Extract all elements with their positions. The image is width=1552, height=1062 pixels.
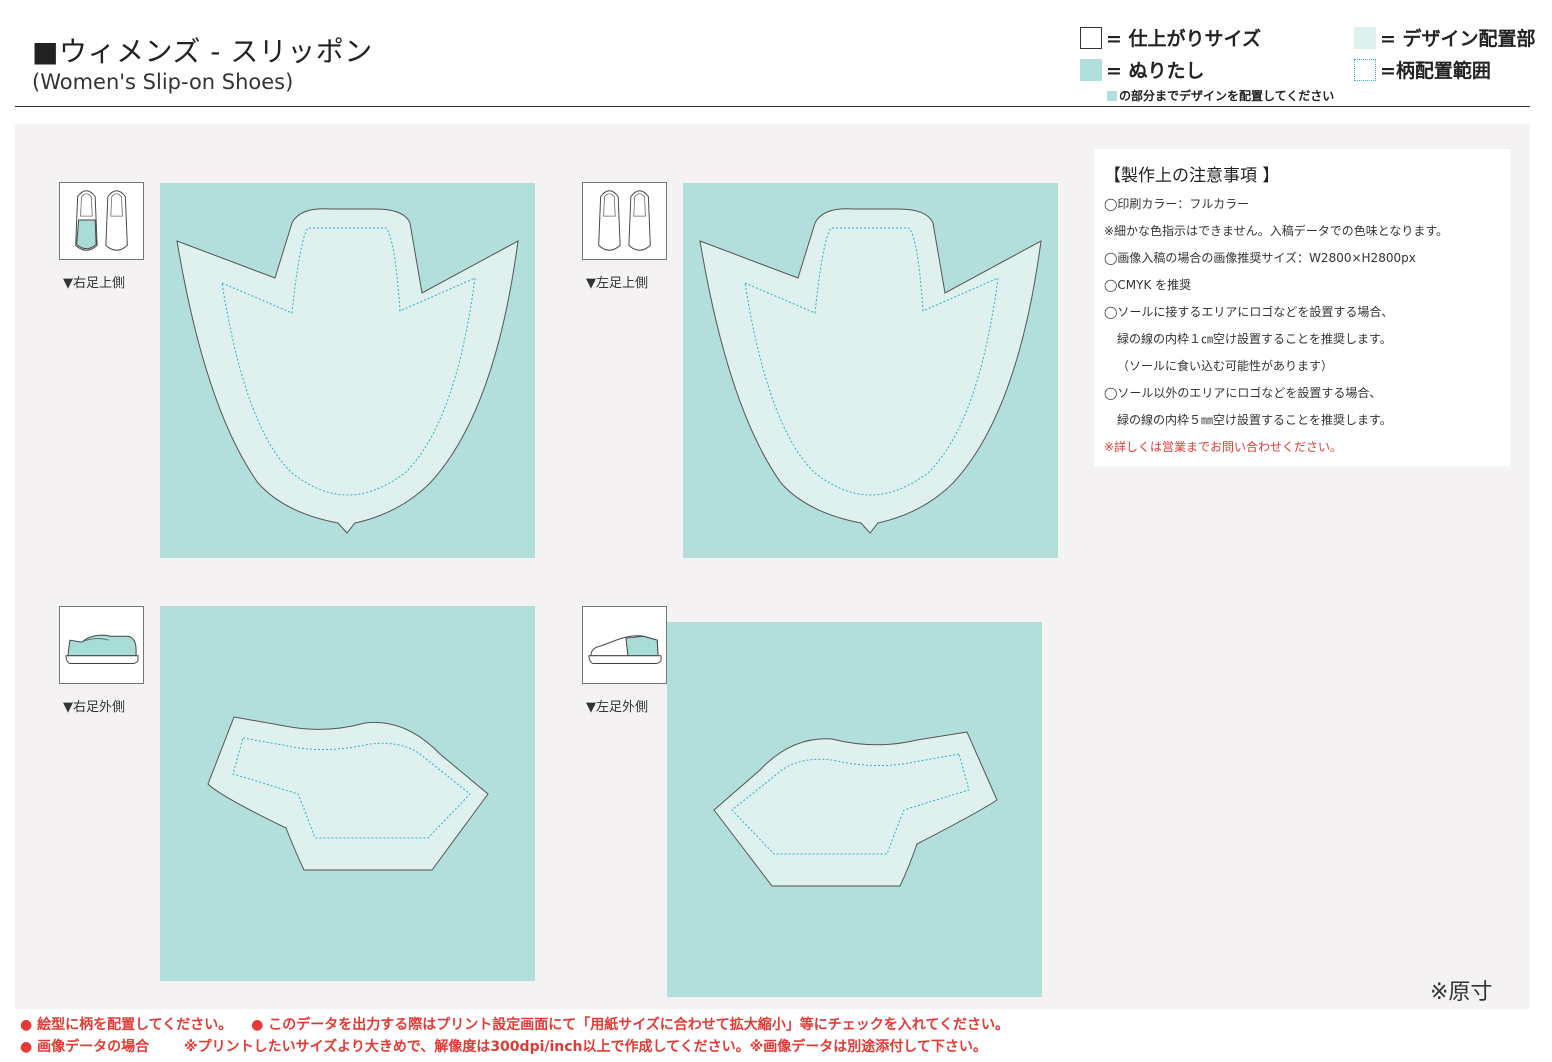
finish-size-swatch: [1080, 26, 1102, 49]
footer-instructions-line-2: ● 画像データの場合 ※プリントしたいサイズより大きめで、解像度は300dpi/…: [20, 1036, 987, 1056]
legend-bleed-note: の部分までデザインを配置してください: [1107, 87, 1334, 104]
shoe-top-view-thumbnail: [59, 182, 144, 260]
legend-design-area: = デザイン配置部: [1354, 24, 1536, 51]
footer-note: ※プリントしたいサイズより大きめで、解像度は300dpi/inch以上で作成して…: [183, 1039, 987, 1055]
left-upper-bleed-panel[interactable]: [683, 183, 1058, 558]
pattern-area-swatch: [1354, 58, 1376, 81]
right-upper-finish-shape: [176, 208, 519, 534]
page-subtitle: (Women's Slip-on Shoes): [32, 70, 294, 94]
notes-line: （ソールに食い込む可能性があります）: [1117, 359, 1334, 373]
right-outer-finish-shape: [207, 716, 489, 871]
legend-bleed: = ぬりたし: [1080, 56, 1205, 83]
notes-line: 緑の線の内枠５㎜空け設置することを推奨します。: [1117, 413, 1392, 427]
legend-pattern-area: =柄配置範囲: [1354, 56, 1491, 83]
panel-caption-left-outer: ▼左足外側: [586, 700, 648, 715]
production-notes: 【製作上の注意事項 】 ◯印刷カラー：フルカラー ※細かな色指示はできません。入…: [1094, 149, 1510, 466]
scale-note: ※原寸: [1430, 980, 1493, 1005]
legend-design-area-label: = デザイン配置部: [1380, 28, 1536, 50]
shoe-side-view-thumbnail: [582, 606, 667, 684]
panel-caption-left-upper: ▼左足上側: [586, 276, 648, 291]
page-title: ■ウィメンズ - スリッポン: [32, 35, 373, 68]
notes-contact-line: ※詳しくは営業までお問い合わせください。: [1104, 440, 1343, 454]
legend-bleed-label: = ぬりたし: [1106, 60, 1205, 82]
header-divider: [15, 106, 1530, 107]
footer-note: ● 画像データの場合: [20, 1039, 150, 1055]
bleed-swatch: [1080, 58, 1102, 81]
notes-line: ◯CMYK を推奨: [1104, 278, 1192, 292]
notes-title: 【製作上の注意事項 】: [1104, 166, 1280, 186]
shoe-top-view-thumbnail: [582, 182, 667, 260]
notes-line: 緑の線の内枠１㎝空け設置することを推奨します。: [1117, 332, 1392, 346]
legend-finish-size-label: = 仕上がりサイズ: [1106, 28, 1261, 50]
bleed-mini-swatch: [1107, 91, 1117, 101]
notes-line: ※細かな色指示はできません。入稿データでの色味となります。: [1104, 224, 1449, 238]
design-area-swatch: [1354, 26, 1376, 49]
footer-note: ● 絵型に柄を配置してください。: [20, 1017, 233, 1033]
legend-finish-size: = 仕上がりサイズ: [1080, 24, 1261, 51]
shoe-side-view-thumbnail: [59, 606, 144, 684]
notes-line: ◯ソール以外のエリアにロゴなどを設置する場合、: [1104, 386, 1382, 400]
footer-note: ● このデータを出力する際はプリント設定画面にて「用紙サイズに合わせて拡大縮小」…: [251, 1017, 1009, 1033]
panel-caption-right-upper: ▼右足上側: [63, 276, 125, 291]
left-outer-bleed-panel[interactable]: [667, 622, 1042, 997]
notes-line: ◯ソールに接するエリアにロゴなどを設置する場合、: [1104, 305, 1394, 319]
notes-line: ◯印刷カラー：フルカラー: [1104, 197, 1250, 211]
legend-pattern-area-label: =柄配置範囲: [1380, 60, 1491, 82]
right-outer-bleed-panel[interactable]: [160, 606, 535, 981]
panel-caption-right-outer: ▼右足外側: [63, 700, 125, 715]
notes-line: ◯画像入稿の場合の画像推奨サイズ：W2800×H2800px: [1104, 251, 1416, 265]
left-upper-finish-shape: [699, 208, 1042, 534]
right-upper-bleed-panel[interactable]: [160, 183, 535, 558]
footer-instructions-line-1: ● 絵型に柄を配置してください。 ● このデータを出力する際はプリント設定画面に…: [20, 1014, 1009, 1034]
